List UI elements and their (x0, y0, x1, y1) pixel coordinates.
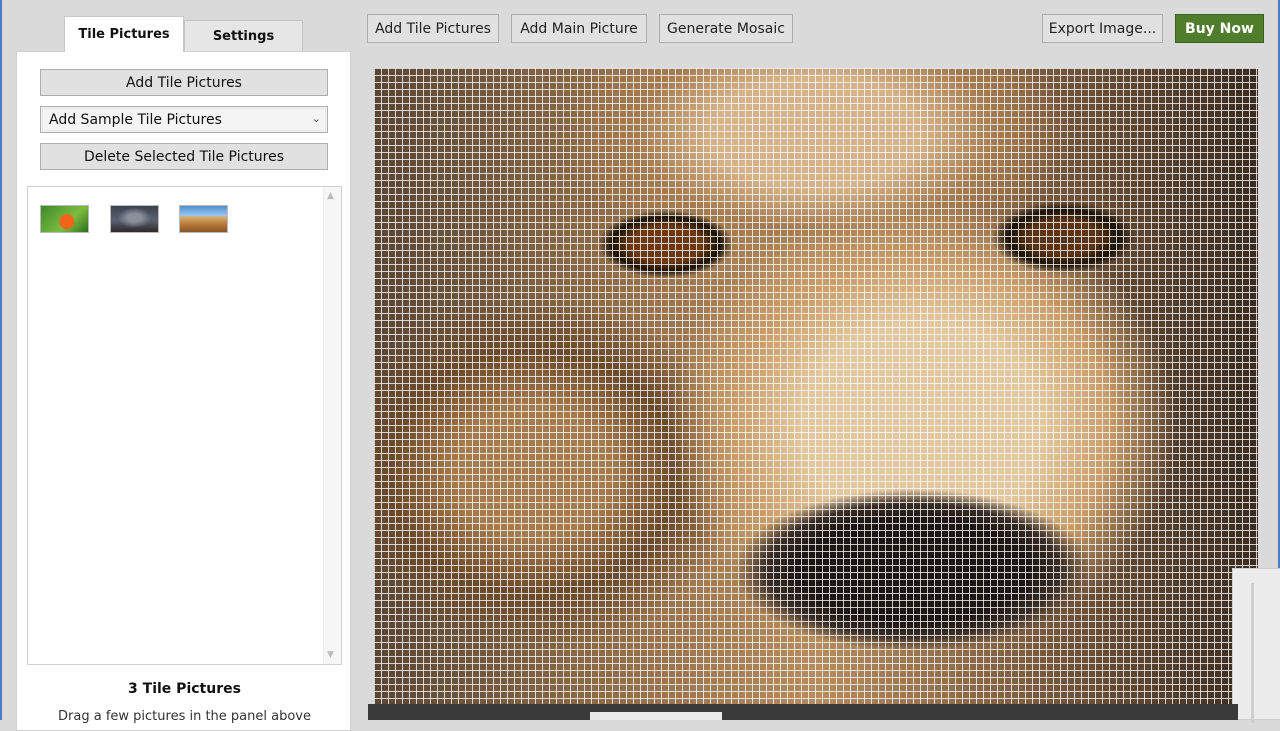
tile-thumbnail-butterfly[interactable] (40, 205, 89, 233)
preview-bottom-bar (368, 704, 1238, 720)
tile-thumbnail-field-landscape[interactable] (179, 205, 228, 233)
add-main-picture-button[interactable]: Add Main Picture (511, 14, 647, 43)
sample-tile-pictures-select[interactable]: Add Sample Tile Pictures ⌄ (40, 106, 328, 133)
export-image-button[interactable]: Export Image... (1042, 14, 1163, 43)
tile-pictures-list[interactable]: ▲ ▼ (27, 186, 342, 665)
tile-count-label: 3 Tile Pictures (128, 681, 241, 697)
generate-mosaic-button[interactable]: Generate Mosaic (659, 14, 793, 43)
tile-pictures-panel: Add Tile Pictures Add Sample Tile Pictur… (16, 51, 351, 731)
sample-select-value: Add Sample Tile Pictures (49, 111, 222, 128)
toolbar-add-tile-pictures-button[interactable]: Add Tile Pictures (367, 14, 499, 43)
scroll-down-icon[interactable]: ▼ (327, 650, 334, 660)
zoom-slider[interactable] (1232, 568, 1280, 723)
horizontal-scroll-handle[interactable] (590, 712, 722, 720)
buy-now-button[interactable]: Buy Now (1175, 14, 1264, 43)
mosaic-preview-image[interactable] (374, 68, 1258, 720)
tab-tile-pictures[interactable]: Tile Pictures (64, 16, 184, 52)
tab-settings[interactable]: Settings (184, 20, 303, 52)
chevron-down-icon: ⌄ (311, 112, 321, 125)
mosaic-tile-grid (374, 68, 1258, 720)
window-border-left (0, 0, 2, 720)
tile-list-scrollbar[interactable]: ▲ ▼ (323, 187, 341, 664)
add-tile-pictures-button[interactable]: Add Tile Pictures (40, 69, 328, 96)
delete-selected-tiles-button[interactable]: Delete Selected Tile Pictures (40, 143, 328, 170)
tile-thumbnail-dark-landscape[interactable] (110, 205, 159, 233)
scroll-up-icon[interactable]: ▲ (327, 191, 334, 201)
zoom-slider-track[interactable] (1251, 583, 1254, 723)
drag-hint-text: Drag a few pictures in the panel above (58, 709, 311, 724)
